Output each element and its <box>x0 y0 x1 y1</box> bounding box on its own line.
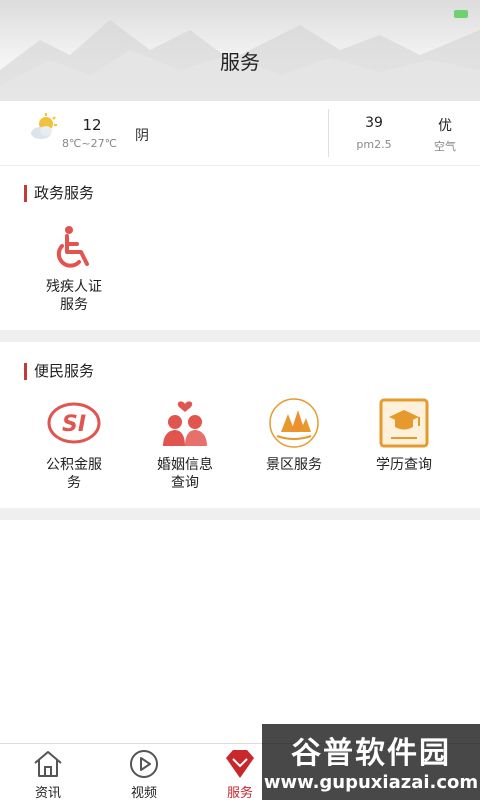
air-quality-value: 优 <box>438 118 452 134</box>
service-disability-cert[interactable]: 残疾人证 服务 <box>24 220 124 314</box>
section-title-civil: 便民服务 <box>24 363 94 380</box>
section-title-gov: 政务服务 <box>24 185 94 202</box>
couple-icon <box>158 398 212 452</box>
aqi-label: pm2.5 <box>356 138 392 151</box>
service-label: 残疾人证 服务 <box>46 279 102 313</box>
tab-label: 视频 <box>130 786 157 801</box>
service-education-query[interactable]: 学历查询 <box>354 398 454 474</box>
weather-bar[interactable]: 12 8℃~27℃ 阴 39 pm2.5 优 空气 <box>0 100 480 166</box>
service-label: 婚姻信息 查询 <box>157 457 213 491</box>
watermark-url: www.gupuxiazai.com <box>263 772 479 793</box>
scenic-area-icon <box>267 398 321 452</box>
section-divider <box>0 330 480 342</box>
certificate-icon <box>377 398 431 452</box>
service-label: 公积金服 务 <box>46 457 102 491</box>
home-icon <box>31 748 65 780</box>
service-marriage-info[interactable]: 婚姻信息 查询 <box>135 398 235 492</box>
watermark: 谷普软件园 www.gupuxiazai.com <box>262 724 480 800</box>
tab-news[interactable]: 资讯 <box>0 744 96 801</box>
social-security-icon: SI <box>47 398 101 452</box>
wheelchair-icon <box>47 220 101 274</box>
service-scenic-area[interactable]: 景区服务 <box>244 398 344 474</box>
section-divider <box>0 508 480 520</box>
service-label: 景区服务 <box>266 457 322 473</box>
air-quality-label: 空气 <box>434 140 456 153</box>
svg-text:SI: SI <box>62 412 86 437</box>
tab-video[interactable]: 视频 <box>96 744 192 801</box>
partly-cloudy-icon <box>30 113 58 143</box>
service-label: 学历查询 <box>376 457 432 473</box>
diamond-icon <box>223 748 257 780</box>
tab-label: 资讯 <box>34 786 61 801</box>
battery-icon <box>454 10 468 18</box>
weather-condition: 阴 <box>135 128 149 144</box>
temperature-range: 8℃~27℃ <box>62 137 117 150</box>
page-title: 服务 <box>220 50 260 74</box>
temperature: 12 <box>82 116 102 134</box>
watermark-title: 谷普软件园 <box>291 736 451 771</box>
divider <box>328 109 329 157</box>
aqi-value: 39 <box>365 115 383 131</box>
service-housing-fund[interactable]: SI 公积金服 务 <box>24 398 124 492</box>
play-icon <box>127 748 161 780</box>
app-header: 服务 <box>0 0 480 100</box>
